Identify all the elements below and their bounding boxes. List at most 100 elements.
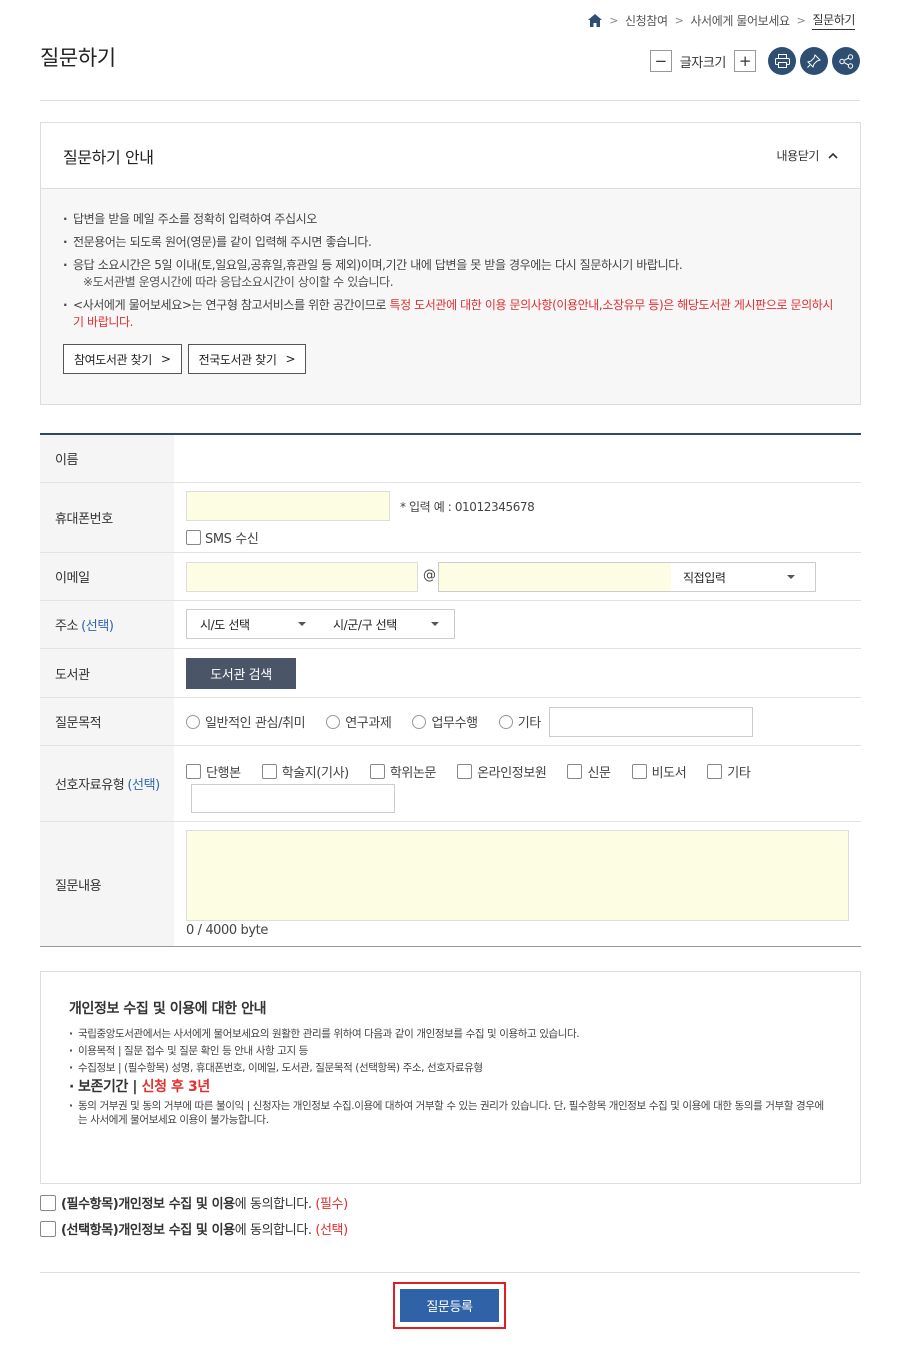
radio-circle[interactable] bbox=[326, 714, 341, 729]
radio-label: 기타 bbox=[517, 716, 542, 731]
privacy-title: 개인정보 수집 및 이용에 대한 안내 bbox=[69, 1001, 267, 1017]
home-icon[interactable] bbox=[588, 14, 603, 27]
font-decrease-button[interactable]: − bbox=[649, 50, 672, 72]
material-other-input[interactable] bbox=[191, 784, 395, 813]
guide-body: 답변을 받을 메일 주소를 정확히 입력하여 주십시오 전문용어는 되도록 원어… bbox=[41, 189, 860, 404]
phone-value: * 입력 예 : 01012345678 SMS 수신 bbox=[174, 483, 861, 552]
material-checkbox[interactable]: 학술지(기사) bbox=[261, 762, 349, 781]
checkbox-box[interactable] bbox=[457, 764, 473, 779]
checkbox-label: 기타 bbox=[727, 766, 751, 781]
privacy-line: 수집정보 | (필수항목) 성명, 휴대폰번호, 이메일, 도서관, 질문목적 … bbox=[69, 1061, 832, 1075]
optional-tag: (선택) bbox=[315, 1223, 348, 1238]
guide-header: 질문하기 안내 내용닫기 bbox=[41, 123, 860, 189]
material-label: 선호자료유형 (선택) bbox=[40, 746, 174, 821]
print-button[interactable] bbox=[768, 47, 796, 75]
content-row: 질문내용 0 / 4000 byte bbox=[40, 822, 861, 946]
email-domain-group: 직접입력 bbox=[438, 562, 816, 592]
submit-question-button[interactable]: 질문등록 bbox=[400, 1289, 499, 1322]
checkbox-box[interactable] bbox=[567, 764, 583, 779]
guide-buttons: 참여도서관 찾기 > 전국도서관 찾기 > bbox=[63, 344, 838, 374]
breadcrumb-item[interactable]: 신청참여 bbox=[625, 12, 668, 29]
print-icon bbox=[774, 54, 790, 68]
email-id-input[interactable] bbox=[186, 562, 418, 592]
find-participating-library-button[interactable]: 참여도서관 찾기 > bbox=[63, 344, 182, 374]
share-icon bbox=[838, 53, 853, 69]
question-form: 이름 휴대폰번호 * 입력 예 : 01012345678 SMS 수신 이메일… bbox=[40, 433, 861, 947]
page-title: 질문하기 bbox=[40, 46, 116, 70]
submit-highlight: 질문등록 bbox=[393, 1282, 506, 1329]
material-checkbox[interactable]: 온라인정보원 bbox=[457, 762, 547, 781]
privacy-notice: 개인정보 수집 및 이용에 대한 안내 국립중앙도서관에서는 사서에게 물어보세… bbox=[40, 971, 861, 1184]
email-value: @ 직접입력 bbox=[174, 553, 861, 600]
radio-circle[interactable] bbox=[186, 714, 200, 729]
email-at: @ bbox=[423, 568, 436, 583]
radio-label: 연구과제 bbox=[345, 716, 392, 731]
purpose-radio[interactable]: 기타 bbox=[498, 712, 542, 731]
email-label: 이메일 bbox=[40, 553, 174, 600]
sms-checkbox-box[interactable] bbox=[186, 530, 201, 545]
checkbox-box[interactable] bbox=[707, 764, 723, 779]
material-checkbox[interactable]: 기타 bbox=[707, 762, 751, 781]
purpose-radio[interactable]: 일반적인 관심/취미 bbox=[186, 712, 306, 731]
button-label: 참여도서관 찾기 bbox=[74, 352, 152, 367]
breadcrumb: > 신청참여 > 사서에게 물어보세요 > 질문하기 bbox=[588, 11, 855, 30]
material-checkbox[interactable]: 학위논문 bbox=[369, 762, 437, 781]
font-increase-button[interactable]: + bbox=[734, 50, 756, 72]
purpose-options: 일반적인 관심/취미 연구과제 업무수행 기타 bbox=[174, 698, 861, 745]
name-label: 이름 bbox=[40, 435, 174, 482]
material-checkbox[interactable]: 신문 bbox=[567, 762, 611, 781]
email-row: 이메일 @ 직접입력 bbox=[40, 553, 861, 601]
checkbox-box[interactable] bbox=[631, 764, 647, 779]
sido-select[interactable]: 시/도 선택 bbox=[200, 616, 306, 633]
material-checkbox[interactable]: 비도서 bbox=[631, 762, 687, 781]
purpose-radio[interactable]: 업무수행 bbox=[412, 712, 478, 731]
radio-circle[interactable] bbox=[498, 714, 513, 729]
guide-line: 응답 소요시간은 5일 이내(토,일요일,공휴일,휴관일 등 제외)이며,기간 … bbox=[63, 257, 838, 291]
radio-circle[interactable] bbox=[412, 714, 427, 729]
chevron-down-icon bbox=[431, 622, 439, 626]
sigungu-select[interactable]: 시/군/구 선택 bbox=[333, 616, 439, 633]
pin-button[interactable] bbox=[800, 47, 828, 75]
chevron-right-icon: > bbox=[674, 14, 684, 27]
checkbox-label: 학위논문 bbox=[389, 766, 437, 781]
agree-required[interactable]: (필수항목)개인정보 수집 및 이용 에 동의합니다. (필수) bbox=[40, 1193, 348, 1212]
agree-optional[interactable]: (선택항목)개인정보 수집 및 이용 에 동의합니다. (선택) bbox=[40, 1219, 348, 1238]
breadcrumb-item[interactable]: 사서에게 물어보세요 bbox=[690, 12, 790, 29]
label-text: 선호자료유형 bbox=[55, 778, 125, 793]
font-size-label: 글자크기 bbox=[679, 55, 727, 71]
optional-tag: (선택) bbox=[127, 778, 160, 793]
share-button[interactable] bbox=[832, 47, 860, 75]
email-domain-input[interactable] bbox=[439, 563, 671, 591]
checkbox-box[interactable] bbox=[261, 764, 277, 779]
agree-text: 에 동의합니다. bbox=[234, 1223, 316, 1238]
sms-checkbox[interactable]: SMS 수신 bbox=[186, 528, 259, 547]
guide-close-toggle[interactable]: 내용닫기 bbox=[776, 147, 838, 164]
checkbox-box[interactable] bbox=[369, 764, 385, 779]
radio-label: 업무수행 bbox=[431, 716, 478, 731]
phone-input[interactable] bbox=[186, 491, 390, 521]
question-content-textarea[interactable] bbox=[186, 830, 849, 921]
library-search-button[interactable]: 도서관 검색 bbox=[186, 658, 296, 689]
guide-title: 질문하기 안내 bbox=[63, 147, 154, 167]
guide-line-text: <사서에게 물어보세요>는 연구형 참고서비스를 위한 공간이므로 bbox=[73, 298, 390, 312]
purpose-radio[interactable]: 연구과제 bbox=[326, 712, 392, 731]
material-checkbox[interactable]: 단행본 bbox=[186, 762, 241, 781]
material-row: 선호자료유형 (선택) 단행본 학술지(기사) 학위논문 온라인정보원 신문 비도… bbox=[40, 746, 861, 822]
retention-value: 신청 후 3년 bbox=[141, 1079, 211, 1095]
checkbox-label: 비도서 bbox=[651, 766, 687, 781]
page-tools: − 글자크기 + bbox=[649, 47, 860, 75]
email-domain-select[interactable]: 직접입력 bbox=[671, 563, 815, 591]
divider bbox=[40, 100, 860, 101]
purpose-row: 질문목적 일반적인 관심/취미 연구과제 업무수행 기타 bbox=[40, 698, 861, 746]
guide-line: 답변을 받을 메일 주소를 정확히 입력하여 주십시오 bbox=[63, 211, 838, 228]
select-value: 시/군/구 선택 bbox=[333, 617, 397, 632]
guide-sub-note: ※도서관별 운영시간에 따라 응답소요시간이 상이할 수 있습니다. bbox=[83, 275, 394, 289]
label-text: 주소 bbox=[55, 619, 79, 634]
address-label: 주소 (선택) bbox=[40, 601, 174, 648]
agree-required-checkbox[interactable] bbox=[40, 1194, 56, 1211]
content-value: 0 / 4000 byte bbox=[174, 822, 861, 946]
find-national-library-button[interactable]: 전국도서관 찾기 > bbox=[187, 344, 307, 374]
checkbox-box[interactable] bbox=[186, 764, 201, 779]
agree-optional-checkbox[interactable] bbox=[40, 1220, 56, 1237]
purpose-other-input[interactable] bbox=[548, 706, 753, 737]
